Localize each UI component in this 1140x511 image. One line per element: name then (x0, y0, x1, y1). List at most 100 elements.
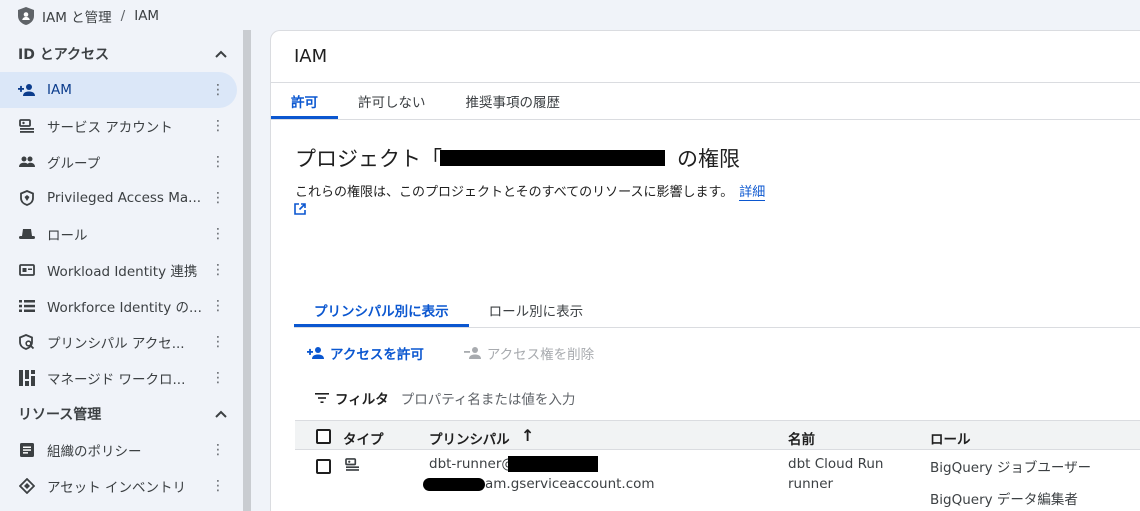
sidebar-item-label: IAM (47, 82, 72, 98)
policy-tabs: 許可 許可しない 推奨事項の履歴 (271, 83, 580, 119)
sidebar-item-org-policies[interactable]: 組織のポリシー ⋮ (0, 432, 237, 468)
dashboard-icon (18, 369, 36, 387)
breadcrumb-page[interactable]: IAM (134, 8, 159, 24)
service-account-icon (345, 458, 359, 471)
sidebar-item-label: Workload Identity 連携 (47, 264, 198, 280)
tab-view-by-principal[interactable]: プリンシパル別に表示 (294, 293, 469, 327)
sidebar-item-roles[interactable]: ロール ⋮ (0, 216, 237, 252)
divider (294, 327, 1140, 328)
sidebar-item-asset-inventory[interactable]: アセット インベントリ ⋮ (0, 468, 237, 504)
filter-icon (315, 393, 329, 403)
sidebar-section-resource-management[interactable]: リソース管理 (0, 396, 243, 432)
column-name[interactable]: 名前 (788, 428, 815, 448)
tab-recommendation-history[interactable]: 推奨事項の履歴 (446, 83, 581, 119)
project-permissions-title: プロジェクト「 の権限 (295, 143, 740, 173)
action-bar: アクセスを許可 アクセス権を削除 (307, 343, 634, 363)
sidebar-item-label: グループ (47, 156, 101, 172)
more-vert-icon[interactable]: ⋮ (207, 370, 229, 386)
person-remove-icon (463, 347, 481, 359)
sidebar-section-id-access[interactable]: ID とアクセス (0, 36, 243, 72)
filter-bar[interactable]: フィルタ プロパティ名または値を入力 (315, 388, 575, 408)
project-title-prefix: プロジェクト「 (295, 147, 442, 171)
sidebar-item-label: マネージド ワークロ... (47, 372, 186, 388)
more-vert-icon[interactable]: ⋮ (207, 334, 229, 350)
grant-access-button[interactable]: アクセスを許可 (307, 343, 424, 363)
diamond-icon (18, 477, 36, 495)
principal-name-line2: runner (788, 476, 834, 492)
principal-email-line2: am.gserviceaccount.com (485, 476, 655, 492)
sidebar-item-label: 組織のポリシー (47, 444, 142, 460)
select-all-checkbox[interactable] (316, 429, 331, 444)
column-role[interactable]: ロール (930, 428, 971, 448)
remove-access-label: アクセス権を削除 (486, 347, 595, 363)
redacted-project-id (440, 150, 665, 166)
service-account-icon (18, 117, 36, 135)
sidebar-item-label: Workforce Identity の... (47, 300, 202, 316)
list-icon (18, 297, 36, 315)
table-row: dbt-runner@ am.gserviceaccount.com dbt C… (295, 450, 1140, 511)
role-bigquery-data-editor: BigQuery データ編集者 (930, 492, 1078, 508)
page-title: IAM (294, 46, 328, 67)
sidebar-item-workforce-identity[interactable]: Workforce Identity の... ⋮ (0, 288, 237, 324)
person-add-icon (18, 81, 36, 99)
tab-allow[interactable]: 許可 (271, 83, 338, 119)
sidebar-item-privileged-access[interactable]: Privileged Access Ma... ⋮ (0, 180, 237, 216)
principal-name-line1: dbt Cloud Run (788, 456, 884, 472)
more-vert-icon[interactable]: ⋮ (207, 478, 229, 494)
more-vert-icon[interactable]: ⋮ (207, 262, 229, 278)
grant-access-label: アクセスを許可 (330, 347, 424, 363)
more-vert-icon[interactable]: ⋮ (207, 118, 229, 134)
main-panel: IAM 許可 許可しない 推奨事項の履歴 プロジェクト「 の権限 これらの権限は… (270, 30, 1140, 511)
sidebar-item-groups[interactable]: グループ ⋮ (0, 144, 237, 180)
column-principal[interactable]: プリンシパル (429, 428, 510, 448)
sidebar-item-label: プリンシパル アクセ... (47, 336, 185, 352)
description-text: これらの権限は、このプロジェクトとそのすべてのリソースに影響します。 (295, 185, 734, 200)
hat-icon (18, 225, 36, 243)
learn-more-link[interactable]: 詳細 (739, 185, 766, 201)
more-vert-icon[interactable]: ⋮ (207, 154, 229, 170)
open-in-new-icon[interactable] (293, 202, 307, 216)
more-vert-icon[interactable]: ⋮ (207, 190, 229, 206)
sidebar: ID とアクセス IAM ⋮ サービス アカウント ⋮ グループ ⋮ Privi… (0, 36, 243, 511)
sidebar-item-iam[interactable]: IAM ⋮ (0, 72, 237, 108)
sidebar-item-label: ロール (47, 228, 88, 244)
sidebar-item-principal-access[interactable]: プリンシパル アクセ... ⋮ (0, 324, 237, 360)
sidebar-item-label: サービス アカウント (47, 120, 173, 136)
filter-input[interactable]: プロパティ名または値を入力 (401, 388, 576, 408)
shield-icon (18, 7, 34, 25)
shield-icon (18, 189, 36, 207)
tab-deny[interactable]: 許可しない (338, 83, 446, 119)
sidebar-item-service-accounts[interactable]: サービス アカウント ⋮ (0, 108, 237, 144)
divider (271, 119, 1140, 120)
view-tabs: プリンシパル別に表示 ロール別に表示 (294, 293, 603, 327)
section-title: ID とアクセス (18, 47, 110, 63)
tab-view-by-role[interactable]: ロール別に表示 (469, 293, 604, 327)
remove-access-button[interactable]: アクセス権を削除 (463, 343, 595, 363)
more-vert-icon[interactable]: ⋮ (207, 82, 229, 98)
more-vert-icon[interactable]: ⋮ (207, 442, 229, 458)
redacted-principal-part (423, 478, 485, 491)
id-card-icon (18, 261, 36, 279)
table-header: タイプ プリンシパル ↑ 名前 ロール (295, 420, 1140, 450)
project-title-suffix: の権限 (677, 147, 740, 171)
sidebar-item-managed-workload[interactable]: マネージド ワークロ... ⋮ (0, 360, 237, 396)
column-type[interactable]: タイプ (343, 428, 384, 448)
filter-label: フィルタ (335, 392, 389, 408)
breadcrumb-separator: / (120, 8, 126, 24)
group-icon (18, 153, 36, 171)
document-icon (18, 441, 36, 459)
sidebar-item-workload-identity[interactable]: Workload Identity 連携 ⋮ (0, 252, 237, 288)
sidebar-scrollbar[interactable] (243, 30, 251, 511)
chevron-up-icon (215, 50, 227, 58)
more-vert-icon[interactable]: ⋮ (207, 226, 229, 242)
principal-email-line1: dbt-runner@ (429, 456, 515, 472)
breadcrumb: IAM と管理 / IAM (0, 0, 1140, 32)
chevron-up-icon (215, 410, 227, 418)
sidebar-item-label: Privileged Access Ma... (47, 190, 202, 206)
sort-ascending-icon[interactable]: ↑ (521, 426, 534, 445)
row-checkbox[interactable] (316, 459, 331, 474)
breadcrumb-section[interactable]: IAM と管理 (42, 6, 112, 26)
more-vert-icon[interactable]: ⋮ (207, 298, 229, 314)
permissions-description: これらの権限は、このプロジェクトとそのすべてのリソースに影響します。 詳細 (295, 181, 766, 201)
person-add-icon (307, 347, 324, 359)
